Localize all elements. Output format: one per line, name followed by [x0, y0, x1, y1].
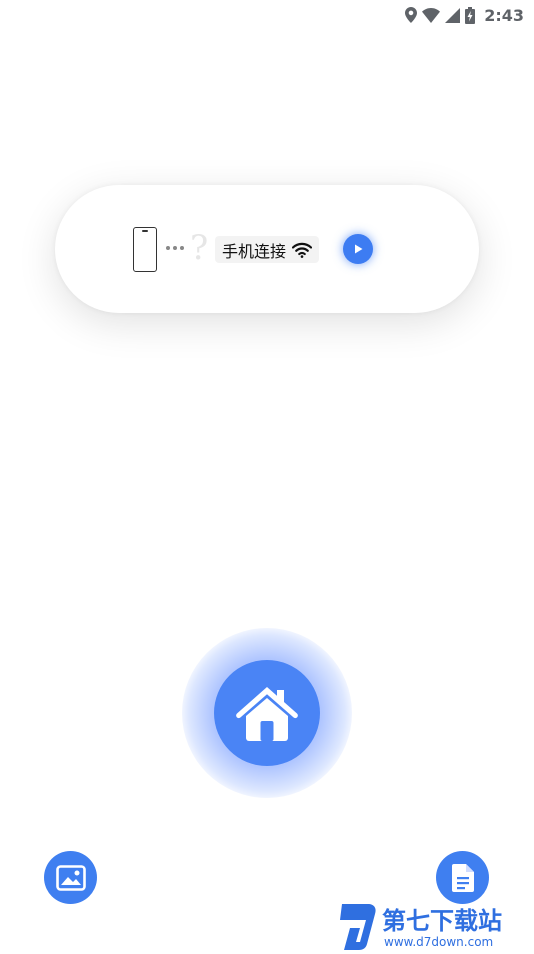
document-icon	[451, 863, 474, 892]
svg-text:www.d7down.com: www.d7down.com	[384, 935, 493, 949]
location-icon	[405, 7, 418, 23]
document-button[interactable]	[436, 851, 489, 904]
gallery-button[interactable]	[44, 851, 97, 904]
connecting-dots-icon	[166, 246, 184, 250]
svg-text:第七下载站: 第七下载站	[382, 907, 502, 935]
home-icon	[236, 687, 298, 741]
play-button[interactable]	[343, 234, 373, 264]
status-time: 2:43	[484, 5, 524, 25]
watermark-logo: 第七下载站 www.d7down.com	[340, 900, 534, 950]
gallery-icon	[55, 864, 86, 891]
question-mark-icon: ?	[190, 228, 209, 268]
status-bar: 2:43	[0, 0, 534, 30]
signal-icon	[445, 7, 461, 23]
phone-connect-chip[interactable]: 手机连接	[215, 236, 320, 263]
play-icon	[355, 244, 363, 254]
phone-connect-label: 手机连接	[222, 241, 287, 261]
phone-outline-icon	[133, 227, 157, 272]
wifi-icon	[422, 7, 441, 23]
wifi-icon	[292, 242, 313, 258]
battery-charging-icon	[465, 6, 476, 24]
home-button[interactable]	[214, 660, 320, 766]
